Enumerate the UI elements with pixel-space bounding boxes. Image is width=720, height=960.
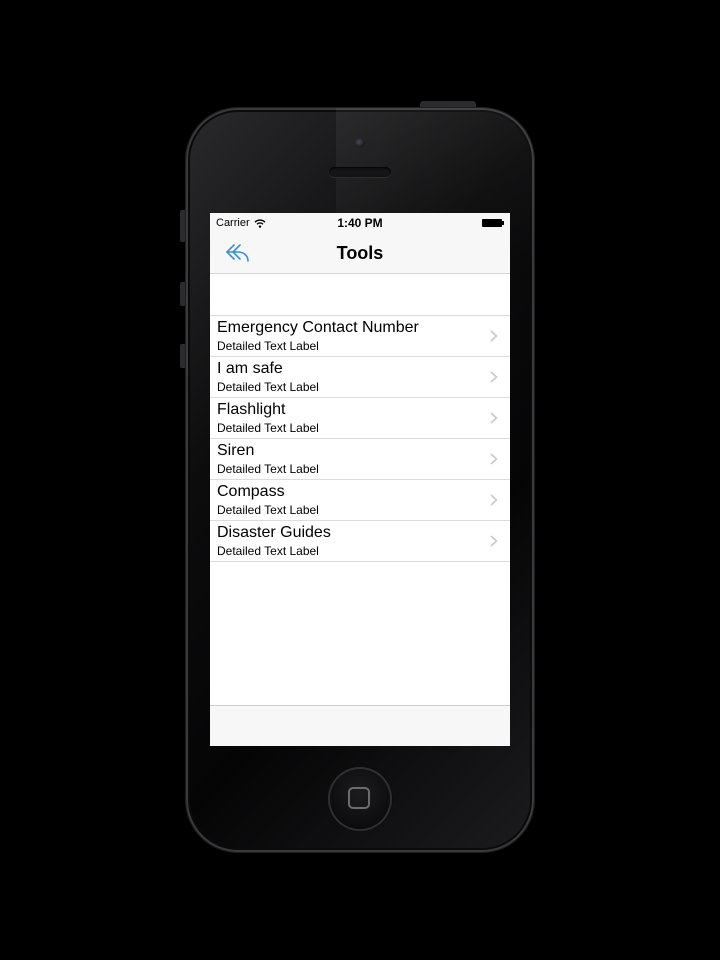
chevron-right-icon (490, 371, 498, 383)
row-subtitle: Detailed Text Label (217, 544, 319, 558)
row-subtitle: Detailed Text Label (217, 421, 319, 435)
battery-icon (482, 219, 504, 227)
table-row-disaster-guides[interactable]: Disaster Guides Detailed Text Label (210, 521, 510, 562)
app-screen: Carrier 1:40 PM Tools Emergency Contact … (210, 213, 510, 746)
row-title: Compass (217, 483, 285, 500)
chevron-right-icon (490, 330, 498, 342)
battery-body (482, 219, 502, 227)
chevron-right-icon (490, 535, 498, 547)
status-bar: Carrier 1:40 PM (210, 213, 510, 233)
row-title: Disaster Guides (217, 524, 331, 541)
bottom-toolbar (210, 705, 510, 746)
row-title: Siren (217, 442, 255, 459)
row-subtitle: Detailed Text Label (217, 462, 319, 476)
chevron-right-icon (490, 453, 498, 465)
row-subtitle: Detailed Text Label (217, 339, 319, 353)
empty-header-row (210, 274, 510, 316)
navigation-bar: Tools (210, 233, 510, 274)
power-button (420, 101, 476, 108)
table-row-siren[interactable]: Siren Detailed Text Label (210, 439, 510, 480)
row-subtitle: Detailed Text Label (217, 380, 319, 394)
chevron-right-icon (490, 494, 498, 506)
row-title: Emergency Contact Number (217, 319, 419, 336)
status-time: 1:40 PM (337, 216, 383, 230)
chevron-right-icon (490, 412, 498, 424)
table-row-i-am-safe[interactable]: I am safe Detailed Text Label (210, 357, 510, 398)
battery-tip (502, 221, 504, 225)
row-title: I am safe (217, 360, 283, 377)
row-title: Flashlight (217, 401, 286, 418)
simulator-stage: Carrier 1:40 PM Tools Emergency Contact … (0, 0, 720, 960)
front-camera (355, 138, 365, 148)
row-subtitle: Detailed Text Label (217, 503, 319, 517)
page-title: Tools (336, 243, 384, 263)
home-square-icon (348, 787, 370, 809)
earpiece-speaker (329, 167, 391, 177)
table-row-flashlight[interactable]: Flashlight Detailed Text Label (210, 398, 510, 439)
table-row-emergency-contact[interactable]: Emergency Contact Number Detailed Text L… (210, 316, 510, 357)
tools-table: Emergency Contact Number Detailed Text L… (210, 316, 510, 562)
table-row-compass[interactable]: Compass Detailed Text Label (210, 480, 510, 521)
